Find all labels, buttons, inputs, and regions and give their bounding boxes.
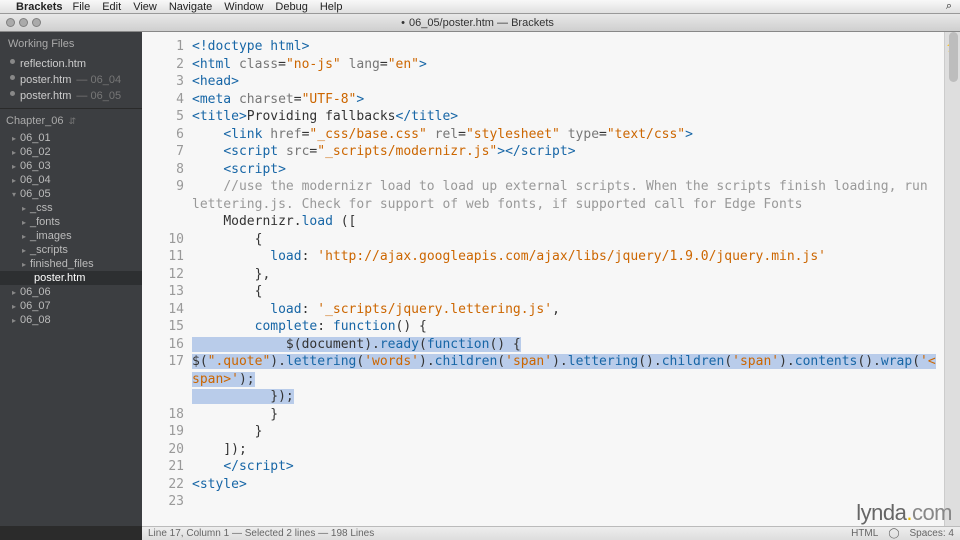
code-line[interactable]: } [192,406,940,424]
dirty-indicator-icon: • [401,17,405,29]
project-name: Chapter_06 [6,115,64,127]
zoom-button[interactable] [32,18,41,27]
code-line[interactable]: { [192,283,940,301]
line-gutter: 123456789 1011121314151617 181920212223 [142,32,192,526]
code-line[interactable]: <link href="_css/base.css" rel="styleshe… [192,126,940,144]
menu-navigate[interactable]: Navigate [169,1,212,13]
menu-help[interactable]: Help [320,1,343,13]
sidebar: Working Files reflection.htmposter.htm —… [0,32,142,526]
app-window: • 06_05/poster.htm — Brackets Working Fil… [0,14,960,540]
code-line[interactable]: load: 'http://ajax.googleapis.com/ajax/l… [192,248,940,266]
code-line[interactable]: } [192,423,940,441]
code-line[interactable]: complete: function() { [192,318,940,336]
menu-debug[interactable]: Debug [275,1,307,13]
file-tree-item[interactable]: ▸_css [0,201,142,215]
working-file-item[interactable]: reflection.htm [0,56,142,72]
menu-window[interactable]: Window [224,1,263,13]
file-tree-item[interactable]: ▸06_03 [0,159,142,173]
close-button[interactable] [6,18,15,27]
project-header[interactable]: Chapter_06 ⇵ [0,108,142,131]
project-dropdown-icon[interactable]: ⇵ [69,116,77,126]
menu-file[interactable]: File [72,1,90,13]
code-line[interactable]: <head> [192,73,940,91]
vertical-scrollbar[interactable] [948,32,960,526]
code-line[interactable]: $(document).ready(function() { $(".quote… [192,336,940,389]
window-title: • 06_05/poster.htm — Brackets [41,17,914,29]
code-line[interactable]: load: '_scripts/jquery.lettering.js', [192,301,940,319]
spotlight-icon[interactable]: ⌕ [946,0,952,13]
app-name[interactable]: Brackets [16,1,62,13]
mac-menubar: Brackets File Edit View Navigate Window … [0,0,960,14]
window-title-text: 06_05/poster.htm — Brackets [409,17,554,29]
file-tree-item[interactable]: ▸_fonts [0,215,142,229]
file-tree-item[interactable]: ▸06_01 [0,131,142,145]
code-line[interactable]: //use the modernizr load to load up exte… [192,178,940,213]
status-bar: Line 17, Column 1 — Selected 2 lines — 1… [142,526,960,540]
code-line[interactable]: <html class="no-js" lang="en"> [192,56,940,74]
code-line[interactable]: <script src="_scripts/modernizr.js"></sc… [192,143,940,161]
window-titlebar[interactable]: • 06_05/poster.htm — Brackets [0,14,960,32]
scrollbar-thumb[interactable] [949,32,958,82]
menu-edit[interactable]: Edit [102,1,121,13]
file-tree-item[interactable]: ▸06_07 [0,299,142,313]
code-editor[interactable]: 123456789 1011121314151617 181920212223 … [142,32,960,526]
file-tree-item[interactable]: ▸_images [0,229,142,243]
working-files-list: reflection.htmposter.htm — 06_04poster.h… [0,56,142,104]
file-tree-item[interactable]: ▸_scripts [0,243,142,257]
code-line[interactable]: { [192,231,940,249]
code-line[interactable]: <!doctype html> [192,38,940,56]
code-line[interactable]: </script> [192,458,940,476]
status-cursor: Line 17, Column 1 — Selected 2 lines — 1… [148,528,374,539]
code-line[interactable]: }, [192,266,940,284]
working-files-header: Working Files [0,32,142,56]
working-file-item[interactable]: poster.htm — 06_04 [0,72,142,88]
minimize-button[interactable] [19,18,28,27]
working-file-item[interactable]: poster.htm — 06_05 [0,88,142,104]
menu-view[interactable]: View [133,1,157,13]
file-tree-item[interactable]: ▸06_04 [0,173,142,187]
code-line[interactable]: ]); [192,441,940,459]
file-tree-item-active[interactable]: poster.htm [0,271,142,285]
file-tree-item[interactable]: ▸06_08 [0,313,142,327]
code-line[interactable]: <style> [192,476,940,494]
code-area[interactable]: <!doctype html><html class="no-js" lang=… [192,32,944,526]
code-line[interactable]: }); [192,388,940,406]
code-line[interactable]: <meta charset="UTF-8"> [192,91,940,109]
file-tree-item[interactable]: ▸06_02 [0,145,142,159]
status-indent[interactable]: Spaces: 4 [910,528,954,539]
file-tree-item[interactable]: ▸06_06 [0,285,142,299]
file-tree-item[interactable]: ▸finished_files [0,257,142,271]
file-tree-item[interactable]: ▾06_05 [0,187,142,201]
code-line[interactable]: Modernizr.load ([ [192,213,940,231]
status-language[interactable]: HTML [851,528,878,539]
code-line[interactable]: <script> [192,161,940,179]
code-line[interactable]: <title>Providing fallbacks</title> [192,108,940,126]
traffic-lights [6,18,41,27]
status-inspect-icon[interactable]: ◯ [888,528,899,539]
file-tree: ▸06_01▸06_02▸06_03▸06_04▾06_05▸_css▸_fon… [0,131,142,327]
